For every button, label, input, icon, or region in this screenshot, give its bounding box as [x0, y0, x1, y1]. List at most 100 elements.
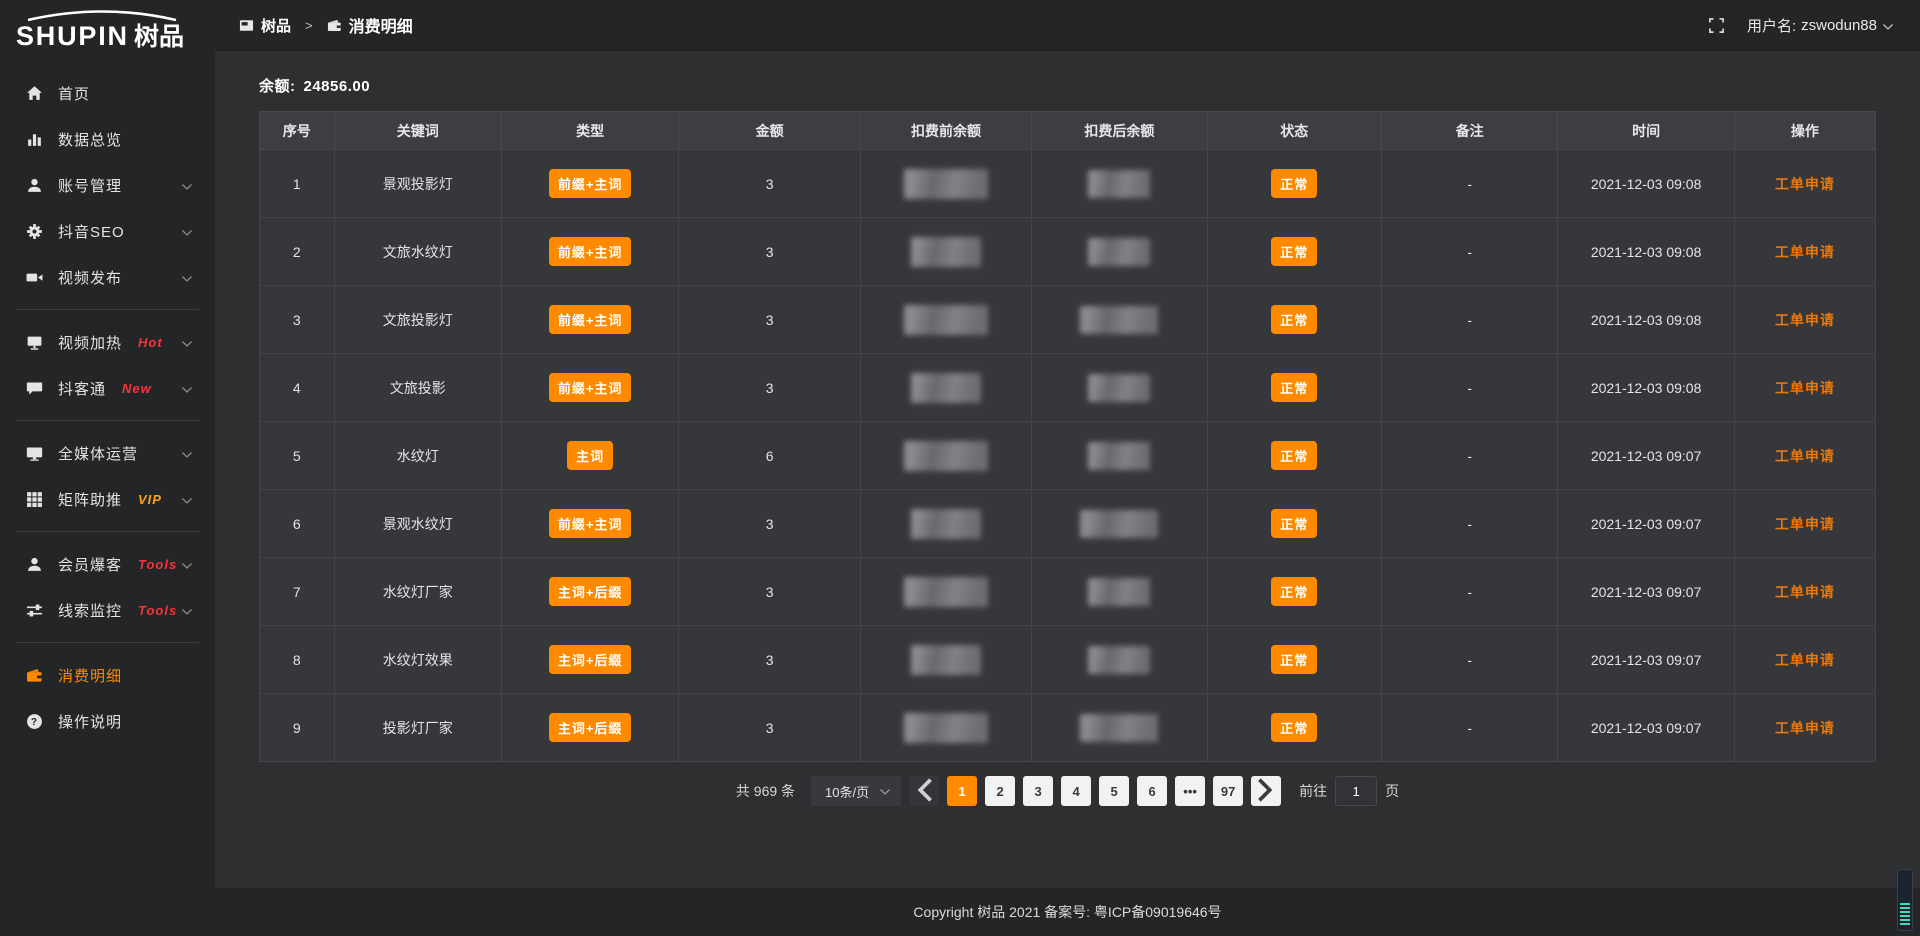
chat-icon	[26, 380, 43, 397]
redacted-balance-before	[904, 441, 988, 471]
cell-index: 4	[260, 354, 335, 422]
cell-keyword: 水纹灯	[334, 422, 501, 490]
page-button-4[interactable]: 4	[1061, 776, 1091, 806]
cell-balance-after	[1032, 218, 1207, 286]
page-button-6[interactable]: 6	[1137, 776, 1167, 806]
status-badge: 正常	[1271, 645, 1317, 674]
sidebar-item-label: 消费明细	[58, 665, 122, 686]
cell-type: 前缀+主词	[501, 354, 678, 422]
page-size-select[interactable]: 10条/页	[811, 776, 901, 806]
cell-type: 主词+后缀	[501, 626, 678, 694]
work-order-link[interactable]: 工单申请	[1775, 380, 1835, 396]
cell-time: 2021-12-03 09:07	[1558, 558, 1734, 626]
cell-remark: -	[1381, 490, 1557, 558]
sidebar-item-home[interactable]: 首页	[0, 70, 215, 116]
cell-remark: -	[1381, 558, 1557, 626]
status-badge: 正常	[1271, 373, 1317, 402]
column-header: 状态	[1207, 112, 1381, 150]
user-menu[interactable]: 用户名: zswodun88	[1747, 15, 1894, 36]
sidebar-item-badge: Hot	[138, 335, 163, 350]
page-button-97[interactable]: 97	[1213, 776, 1243, 806]
work-order-link[interactable]: 工单申请	[1775, 176, 1835, 192]
jump-suffix: 页	[1385, 781, 1399, 801]
work-order-link[interactable]: 工单申请	[1775, 584, 1835, 600]
sidebar-divider	[16, 420, 199, 421]
pagination: 共 969 条 10条/页 123456•••97 前往 页	[259, 776, 1876, 806]
redacted-balance-after	[1088, 374, 1150, 402]
sidebar-item-member-baoke[interactable]: 会员爆客 Tools	[0, 541, 215, 587]
cell-index: 2	[260, 218, 335, 286]
page-ellipsis-button[interactable]: •••	[1175, 776, 1205, 806]
sidebar-item-account-manage[interactable]: 账号管理	[0, 162, 215, 208]
column-header: 序号	[260, 112, 335, 150]
cell-index: 1	[260, 150, 335, 218]
page-size-value: 10条/页	[825, 782, 869, 801]
sidebar-item-label: 账号管理	[58, 175, 122, 196]
page-button-3[interactable]: 3	[1023, 776, 1053, 806]
redacted-balance-after	[1088, 238, 1150, 266]
jump-page-input[interactable]	[1335, 776, 1377, 806]
work-order-link[interactable]: 工单申请	[1775, 652, 1835, 668]
work-order-link[interactable]: 工单申请	[1775, 720, 1835, 736]
breadcrumb-root[interactable]: 树品	[261, 15, 291, 36]
cell-balance-before	[860, 286, 1031, 354]
sidebar-item-video-publish[interactable]: 视频发布	[0, 254, 215, 300]
sidebar-item-video-heat[interactable]: 视频加热 Hot	[0, 319, 215, 365]
header-right: 用户名: zswodun88	[1708, 15, 1894, 36]
column-header: 时间	[1558, 112, 1734, 150]
cell-action: 工单申请	[1734, 490, 1875, 558]
arrow-left-icon	[909, 775, 939, 808]
work-order-link[interactable]: 工单申请	[1775, 516, 1835, 532]
main-content: 余额:24856.00 序号关键词类型金额扣费前余额扣费后余额状态备注时间操作 …	[215, 51, 1920, 888]
redacted-balance-before	[911, 373, 981, 403]
cell-index: 6	[260, 490, 335, 558]
cell-status: 正常	[1207, 218, 1381, 286]
sidebar-item-data-overview[interactable]: 数据总览	[0, 116, 215, 162]
sidebar-item-label: 操作说明	[58, 711, 122, 732]
sidebar-item-label: 数据总览	[58, 129, 122, 150]
sidebar-item-consume-detail[interactable]: 消费明细	[0, 652, 215, 698]
sidebar-item-label: 线索监控	[58, 600, 122, 621]
work-order-link[interactable]: 工单申请	[1775, 244, 1835, 260]
cell-remark: -	[1381, 422, 1557, 490]
page-button-1[interactable]: 1	[947, 776, 977, 806]
cell-time: 2021-12-03 09:07	[1558, 490, 1734, 558]
cell-remark: -	[1381, 694, 1557, 762]
cell-balance-before	[860, 354, 1031, 422]
next-page-button[interactable]	[1251, 776, 1281, 806]
page-button-5[interactable]: 5	[1099, 776, 1129, 806]
work-order-link[interactable]: 工单申请	[1775, 448, 1835, 464]
member-icon	[26, 556, 43, 573]
cell-amount: 3	[679, 150, 860, 218]
sidebar-item-douyin-seo[interactable]: 抖音SEO	[0, 208, 215, 254]
cell-action: 工单申请	[1734, 694, 1875, 762]
page-button-2[interactable]: 2	[985, 776, 1015, 806]
chevron-down-icon	[879, 785, 891, 797]
sidebar-item-media-operation[interactable]: 全媒体运营	[0, 430, 215, 476]
status-badge: 正常	[1271, 237, 1317, 266]
sidebar-item-badge: VIP	[138, 492, 162, 507]
wallet-icon	[26, 667, 43, 684]
sidebar-item-douketong[interactable]: 抖客通 New	[0, 365, 215, 411]
cell-status: 正常	[1207, 286, 1381, 354]
window-icon	[239, 18, 254, 33]
cell-amount: 3	[679, 490, 860, 558]
cell-action: 工单申请	[1734, 218, 1875, 286]
work-order-link[interactable]: 工单申请	[1775, 312, 1835, 328]
cell-keyword: 景观水纹灯	[334, 490, 501, 558]
sidebar-item-matrix-boost[interactable]: 矩阵助推 VIP	[0, 476, 215, 522]
cell-balance-after	[1032, 694, 1207, 762]
cell-action: 工单申请	[1734, 422, 1875, 490]
arrow-right-icon	[1251, 775, 1281, 808]
cell-type: 前缀+主词	[501, 286, 678, 354]
fullscreen-icon[interactable]	[1708, 17, 1725, 34]
redacted-balance-before	[904, 577, 988, 607]
cell-remark: -	[1381, 150, 1557, 218]
prev-page-button[interactable]	[909, 776, 939, 806]
overlay-widget[interactable]	[1897, 869, 1913, 931]
sidebar-item-badge: Tools	[138, 557, 177, 572]
app-logo: SHUPIN 树品	[0, 0, 215, 56]
sidebar-item-help[interactable]: ? 操作说明	[0, 698, 215, 744]
cell-time: 2021-12-03 09:08	[1558, 150, 1734, 218]
sidebar-item-clue-monitor[interactable]: 线索监控 Tools	[0, 587, 215, 633]
